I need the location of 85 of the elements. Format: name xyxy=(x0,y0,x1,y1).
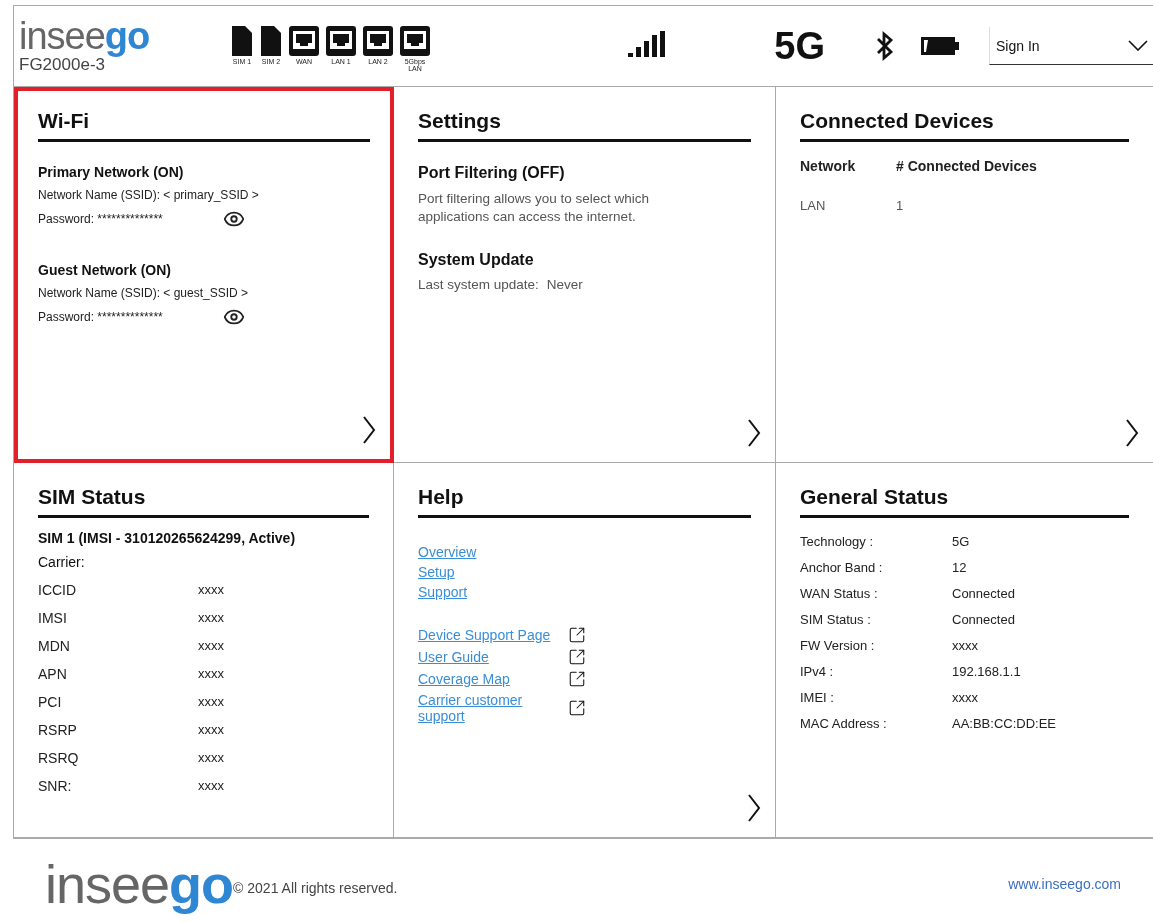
card-title: General Status xyxy=(800,485,1129,518)
field-label: APN xyxy=(38,666,68,682)
ethernet-port-icon xyxy=(363,26,393,56)
website-link[interactable]: www.inseego.com xyxy=(1008,876,1121,892)
field-value: 12 xyxy=(952,560,968,575)
field-label: FW Version : xyxy=(800,638,876,653)
card-title: Help xyxy=(418,485,751,518)
sim-card-icon xyxy=(261,26,281,56)
brand-logo: inseego xyxy=(19,17,151,55)
bluetooth-icon xyxy=(875,30,895,62)
card-title: Wi-Fi xyxy=(38,109,370,142)
table-cell-text: LAN xyxy=(800,198,827,213)
field-label: WAN Status : xyxy=(800,586,879,601)
card-title: SIM Status xyxy=(38,485,369,518)
field-value: xxxx xyxy=(198,750,225,766)
field-label: Anchor Band : xyxy=(800,560,884,575)
field-label: Last system update: xyxy=(418,277,539,293)
column-header: Network xyxy=(800,158,857,174)
network-heading: Guest Network (ON) xyxy=(38,262,172,278)
field-value: xxxx xyxy=(198,582,225,598)
field-value: xxxx xyxy=(198,638,225,654)
field-label: RSRP xyxy=(38,722,78,738)
field-value: xxxx xyxy=(198,694,225,710)
field-value: 5G xyxy=(952,534,971,549)
field-label: RSRQ xyxy=(38,750,80,766)
external-link-icon[interactable] xyxy=(568,648,586,666)
field-label: Technology : xyxy=(800,534,874,549)
password-text: Password: ************** xyxy=(38,212,163,226)
field-label: IMEI : xyxy=(800,690,835,705)
ssid-text: Network Name (SSID): < primary_SSID > xyxy=(38,188,259,202)
battery-icon xyxy=(921,36,959,56)
external-link-icon[interactable] xyxy=(568,626,586,644)
field-label: SIM Status : xyxy=(800,612,872,627)
help-link[interactable]: Coverage Map xyxy=(418,671,568,687)
chevron-right-icon[interactable] xyxy=(1125,418,1139,448)
field-value: 192.168.1.1 xyxy=(952,664,1022,679)
field-label: IPv4 : xyxy=(800,664,835,679)
field-label: PCI xyxy=(38,694,63,710)
field-value: xxxx xyxy=(952,638,979,653)
field-value: Connected xyxy=(952,612,1016,627)
external-link-icon[interactable] xyxy=(568,699,586,717)
field-label: IMSI xyxy=(38,610,68,626)
help-link[interactable]: Device Support Page xyxy=(418,627,568,643)
help-link[interactable]: Overview xyxy=(418,544,568,560)
field-value: Connected xyxy=(952,586,1016,601)
field-value: xxxx xyxy=(198,722,225,738)
chevron-right-icon[interactable] xyxy=(747,418,761,448)
field-value: xxxx xyxy=(198,610,225,626)
field-value: Never xyxy=(546,277,583,293)
sign-in-select[interactable]: Sign In xyxy=(989,27,1153,65)
password-text: Password: ************** xyxy=(38,310,163,324)
sim-card-icon xyxy=(232,26,252,56)
field-value: xxxx xyxy=(198,666,225,682)
network-heading: Primary Network (ON) xyxy=(38,164,185,180)
chevron-right-icon[interactable] xyxy=(747,793,761,823)
field-label: MDN xyxy=(38,638,71,654)
ethernet-port-icon xyxy=(400,26,430,56)
sim-heading: SIM 1 (IMSI - 310120265624299, Active) xyxy=(38,530,297,546)
field-label: ICCID xyxy=(38,582,78,598)
help-link[interactable]: Support xyxy=(418,584,568,600)
network-type: 5G xyxy=(774,24,825,68)
field-value: xxxx xyxy=(952,690,979,705)
help-link[interactable]: Carrier customer support xyxy=(418,692,568,724)
column-header: # Connected Devices xyxy=(896,158,1038,174)
help-link[interactable]: User Guide xyxy=(418,649,568,665)
card-title: Connected Devices xyxy=(800,109,1129,142)
field-label: MAC Address : xyxy=(800,716,888,731)
card-title: Settings xyxy=(418,109,751,142)
field-value: xxxx xyxy=(198,778,225,794)
ethernet-port-icon xyxy=(289,26,319,56)
external-link-icon[interactable] xyxy=(568,670,586,688)
chevron-down-icon xyxy=(1128,40,1148,51)
ethernet-port-icon xyxy=(326,26,356,56)
chevron-right-icon[interactable] xyxy=(362,415,376,445)
table-cell-text: 1 xyxy=(896,198,905,213)
carrier-label: Carrier: xyxy=(38,554,86,570)
section-heading: System Update xyxy=(418,251,535,270)
help-link[interactable]: Setup xyxy=(418,564,568,580)
field-label: SNR: xyxy=(38,778,73,794)
field-value: AA:BB:CC:DD:EE xyxy=(952,716,1058,731)
device-model: FG2000e-3 xyxy=(19,55,105,75)
description-text: Port filtering allows you to select which applications can access the internet. xyxy=(418,190,651,226)
ssid-text: Network Name (SSID): < guest_SSID > xyxy=(38,286,249,300)
copyright-text: © 2021 All rights reserved. xyxy=(233,880,398,896)
section-heading: Port Filtering (OFF) xyxy=(418,164,566,182)
